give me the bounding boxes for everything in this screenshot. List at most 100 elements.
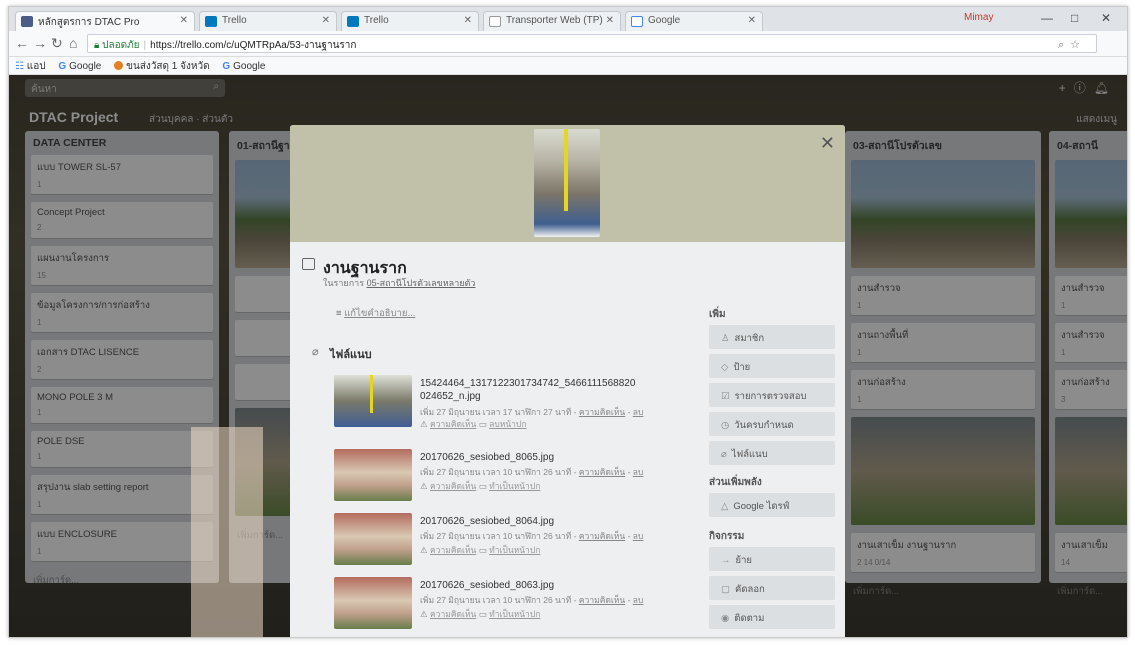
close-tab-icon[interactable]: ✕ — [606, 15, 614, 26]
profile-name[interactable]: Mimay — [964, 12, 993, 23]
checklist-icon: ☑ — [721, 391, 730, 402]
close-tab-icon[interactable]: ✕ — [322, 15, 330, 26]
checklist-button[interactable]: ☑ รายการตรวจสอบ — [709, 383, 835, 407]
trello-icon — [205, 16, 217, 27]
tab-strip: หลักสูตรการ DTAC Pro ✕ Trello ✕ Trello ✕… — [9, 7, 1127, 31]
browser-tab-3[interactable]: Trello ✕ — [341, 11, 479, 31]
eye-icon: ◉ — [721, 613, 730, 624]
zoom-icon[interactable]: ⌕ — [1058, 39, 1070, 51]
close-tab-icon[interactable]: ✕ — [464, 15, 472, 26]
close-tab-icon[interactable]: ✕ — [748, 15, 756, 26]
attachment-name[interactable]: 20170626_sesiobed_8065.jpg — [420, 451, 640, 464]
back-icon[interactable]: ← — [15, 35, 29, 51]
google-drive-button[interactable]: △ Google ไดรฟ์ — [709, 493, 835, 517]
attachment-actions: ⚠ ความคิดเห็น ▭ ทำเป็นหน้าปก — [420, 481, 541, 491]
close-window-icon[interactable]: ✕ — [1101, 11, 1111, 25]
attachment-thumbnail[interactable] — [334, 577, 412, 629]
attachment-name[interactable]: 20170626_sesiobed_8063.jpg — [420, 579, 640, 592]
star-icon[interactable]: ☆ — [1070, 39, 1086, 51]
powerups-heading: ส่วนเพิ่มพลัง — [709, 477, 762, 488]
delete-link[interactable]: ลบ — [633, 407, 644, 417]
close-tab-icon[interactable]: ✕ — [180, 15, 188, 26]
copy-button[interactable]: ▢ คัดลอก — [709, 576, 835, 600]
comment-link[interactable]: ความคิดเห็น — [579, 595, 625, 605]
watch-button[interactable]: ◉ ติดตาม — [709, 605, 835, 629]
bookmark-transport[interactable]: ขนส่งวัสดุ 1 จังหวัด — [114, 59, 210, 74]
attachment-item: 20170626_sesiobed_8063.jpg เพิ่ม 27 มิถุ… — [334, 577, 664, 635]
cover-icon: ▭ — [478, 481, 490, 491]
watermark-logo — [191, 427, 263, 637]
delete-link[interactable]: ลบ — [633, 595, 644, 605]
cover-icon: ▭ — [478, 419, 490, 429]
members-button[interactable]: ♙ สมาชิก — [709, 325, 835, 349]
browser-window: หลักสูตรการ DTAC Pro ✕ Trello ✕ Trello ✕… — [8, 6, 1128, 638]
comment-icon: ⚠ — [420, 481, 430, 491]
tab-label: Google — [648, 15, 681, 26]
attachment-name[interactable]: 20170626_sesiobed_8064.jpg — [420, 515, 640, 528]
attachment-meta: เพิ่ม 27 มิถุนายน เวลา 10 นาฬิกา 26 นาที… — [420, 531, 644, 541]
cover-photo[interactable] — [534, 129, 600, 237]
comment-link[interactable]: ความคิดเห็น — [579, 531, 625, 541]
tab-label: Trello — [222, 15, 247, 26]
tag-icon: ◇ — [721, 362, 729, 373]
delete-link[interactable]: ลบ — [633, 467, 644, 477]
tab-label: Transporter Web (TP) — [506, 15, 603, 26]
edit-description[interactable]: ≡ แก้ไขคำอธิบาย... — [336, 306, 415, 321]
card-detail-modal: ✕ งานฐานราก ในรายการ 05-สถานีโปรตัวเลขหล… — [290, 125, 845, 637]
browser-tab-2[interactable]: Trello ✕ — [199, 11, 337, 31]
move-button[interactable]: → ย้าย — [709, 547, 835, 571]
attachment-item: 20170626_sesiobed_8064.jpg เพิ่ม 27 มิถุ… — [334, 513, 664, 571]
attachment-thumbnail[interactable] — [334, 375, 412, 427]
attachment-icon: ⌀ — [312, 346, 319, 358]
comment-link[interactable]: ความคิดเห็น — [579, 467, 625, 477]
user-icon: ♙ — [721, 333, 730, 344]
secure-label: ปลอดภัย — [102, 40, 140, 51]
lock-icon: 🔒︎ — [94, 40, 100, 51]
url-text: https://trello.com/c/uQMTRpAa/53-งานฐานร… — [150, 40, 357, 51]
attachment-actions: ⚠ ความคิดเห็น ▭ ทำเป็นหน้าปก — [420, 609, 541, 619]
maximize-icon[interactable]: □ — [1071, 11, 1078, 25]
cover-icon: ▭ — [478, 545, 490, 555]
attachment-item: 15424464_1317122301734742_54661115688200… — [334, 375, 664, 433]
browser-toolbar: ← → ↻ ⌂ 🔒︎ ปลอดภัย | https://trello.com/c/… — [9, 31, 1127, 57]
trello-icon — [347, 16, 359, 27]
tab-favicon-icon — [21, 16, 33, 27]
bookmark-favicon-icon — [114, 61, 124, 70]
forward-icon[interactable]: → — [33, 35, 47, 51]
attachment-item: 20170626_sesiobed_8065.jpg เพิ่ม 27 มิถุ… — [334, 449, 664, 507]
bookmark-google[interactable]: G Google — [58, 61, 101, 72]
cover-icon: ▭ — [478, 609, 490, 619]
browser-tab-1[interactable]: หลักสูตรการ DTAC Pro ✕ — [15, 11, 195, 31]
bookmark-google-2[interactable]: G Google — [222, 61, 265, 72]
address-bar[interactable]: 🔒︎ ปลอดภัย | https://trello.com/c/uQMTRpAa… — [87, 34, 1097, 53]
list-link[interactable]: 05-สถานีโปรตัวเลขหลายตัว — [367, 278, 476, 288]
browser-tab-5[interactable]: Google ✕ — [625, 11, 763, 31]
attachment-button[interactable]: ⌀ ไฟล์แนบ — [709, 441, 835, 465]
reload-icon[interactable]: ↻ — [51, 35, 63, 52]
browser-tab-4[interactable]: Transporter Web (TP) ✕ — [483, 11, 621, 31]
add-heading: เพิ่ม — [709, 309, 726, 320]
attachment-meta: เพิ่ม 27 มิถุนายน เวลา 10 นาฬิกา 26 นาที… — [420, 467, 644, 477]
google-icon: G — [222, 61, 231, 72]
drive-icon: △ — [721, 501, 729, 512]
attachment-thumbnail[interactable] — [334, 513, 412, 565]
delete-link[interactable]: ลบ — [633, 531, 644, 541]
attachment-actions: ⚠ ความคิดเห็น ▭ ลบหน้าปก — [420, 419, 527, 429]
due-date-button[interactable]: ◷ วันครบกำหนด — [709, 412, 835, 436]
minimize-icon[interactable]: — — [1041, 11, 1053, 25]
attachment-thumbnail[interactable] — [334, 449, 412, 501]
comment-link[interactable]: ความคิดเห็น — [579, 407, 625, 417]
actions-heading: กิจกรรม — [709, 531, 745, 542]
card-list-location: ในรายการ 05-สถานีโปรตัวเลขหลายตัว — [323, 278, 476, 288]
page-icon — [489, 16, 501, 27]
arrow-right-icon: → — [721, 555, 731, 566]
attachment-name[interactable]: 15424464_1317122301734742_54661115688200… — [420, 377, 640, 403]
labels-button[interactable]: ◇ ป้าย — [709, 354, 835, 378]
close-icon[interactable]: ✕ — [820, 133, 835, 154]
description-icon: ≡ — [336, 308, 345, 319]
bookmark-apps[interactable]: ☷ แอป — [15, 59, 46, 74]
home-icon[interactable]: ⌂ — [69, 35, 77, 51]
attachment-meta: เพิ่ม 27 มิถุนายน เวลา 10 นาฬิกา 26 นาที… — [420, 595, 644, 605]
card-icon — [302, 258, 315, 270]
google-icon: G — [58, 61, 67, 72]
